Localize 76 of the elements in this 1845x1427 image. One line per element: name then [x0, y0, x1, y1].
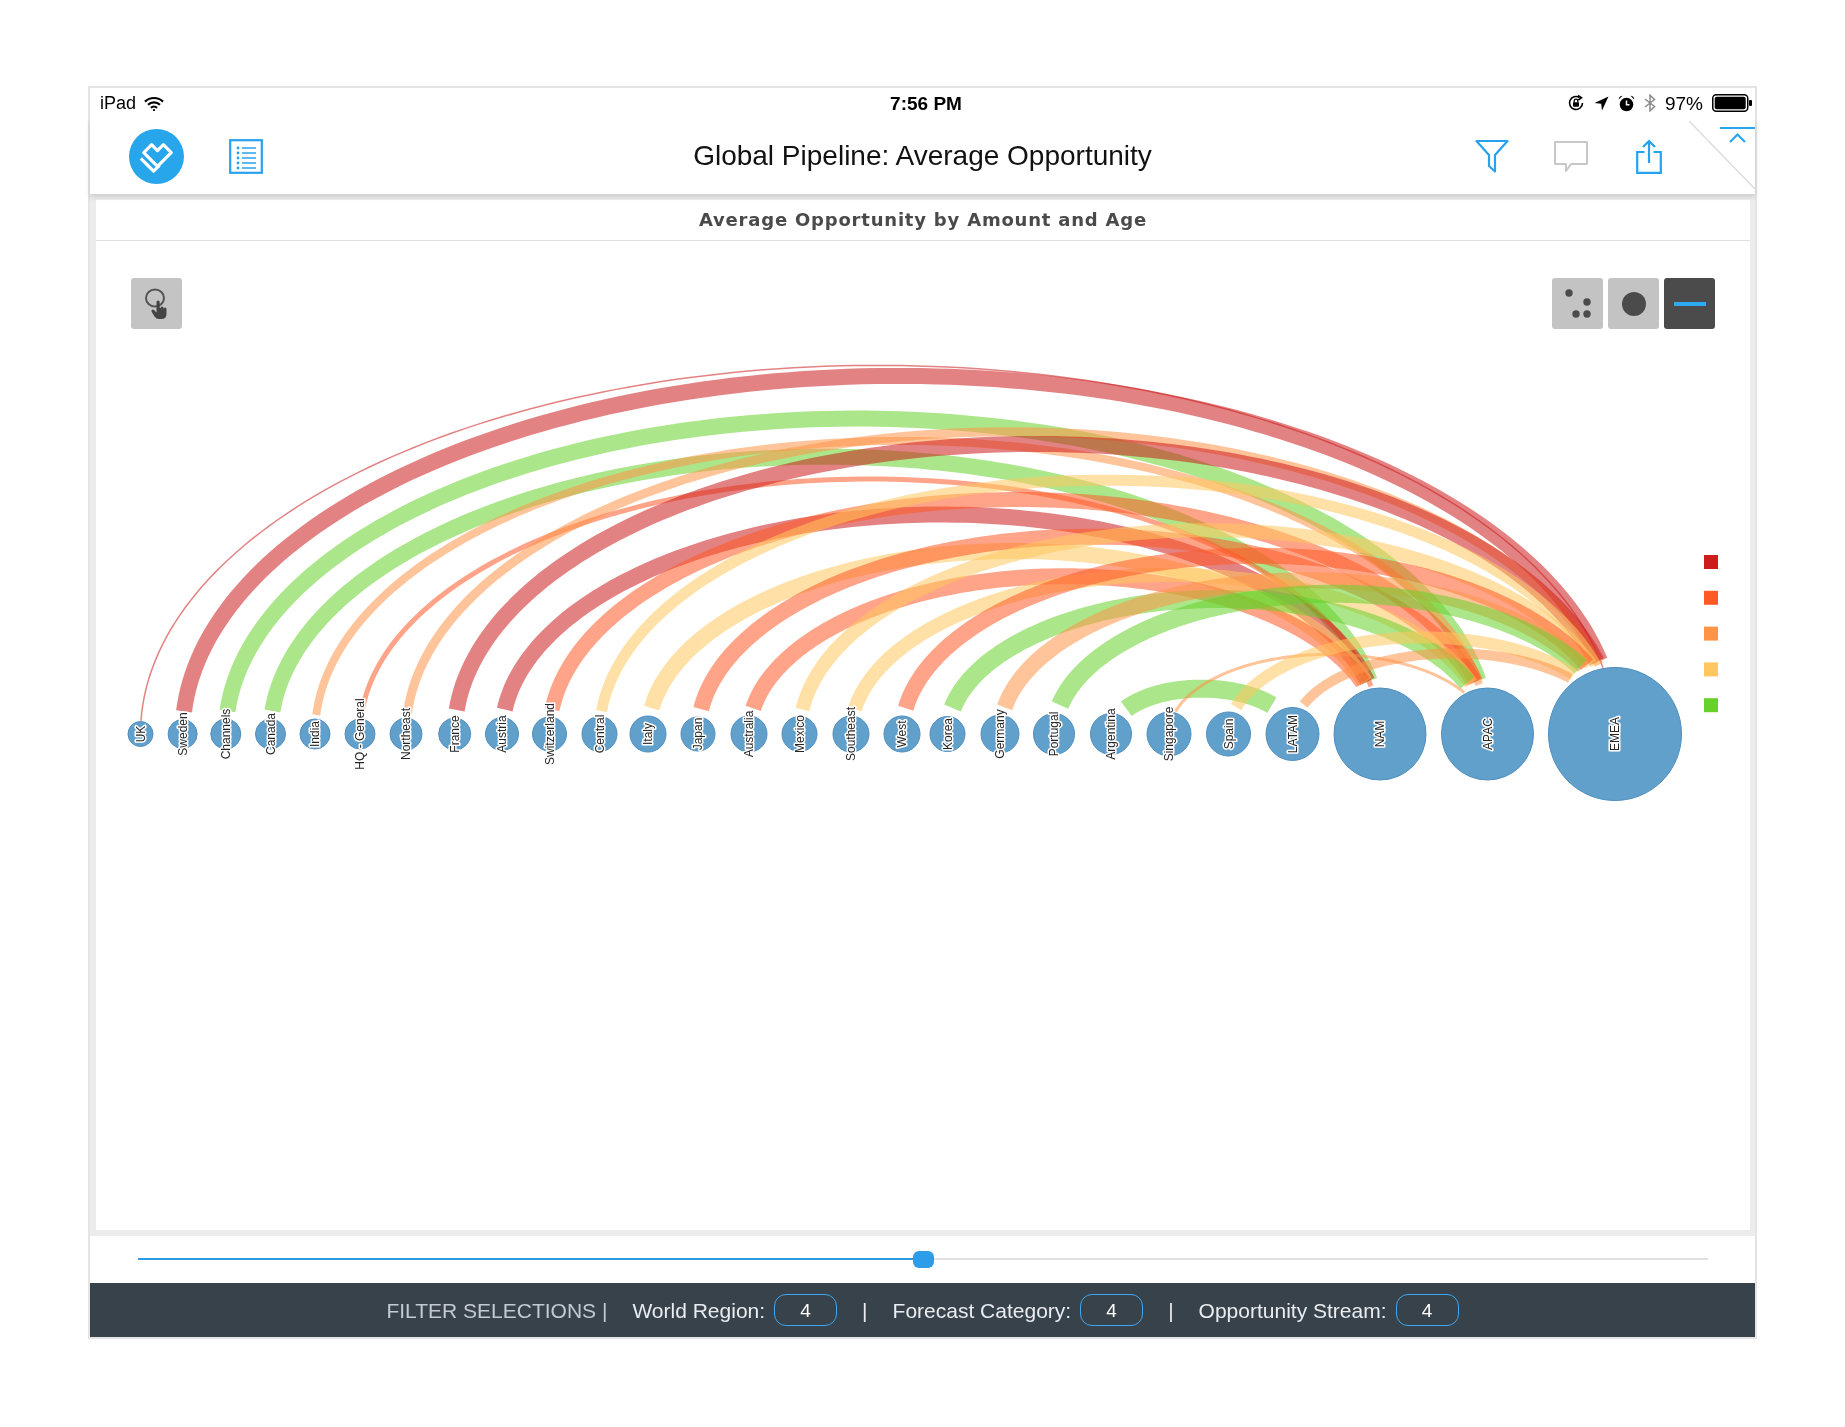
node-circle[interactable]	[1333, 687, 1427, 781]
node-label: Portugal	[1047, 711, 1061, 757]
node-label: NAM	[1373, 720, 1387, 748]
node-label: Mexico	[792, 715, 807, 753]
node-label: Korea	[940, 718, 955, 750]
node-circle[interactable]	[1206, 711, 1251, 757]
node-circle[interactable]	[127, 721, 154, 747]
filter-label: Forecast Category:	[892, 1299, 1072, 1321]
list-icon[interactable]	[229, 138, 263, 174]
separator-text: |	[862, 1299, 868, 1321]
status-time: 7:56 PM	[890, 93, 962, 113]
node-circle[interactable]	[781, 716, 818, 752]
view-mode-button[interactable]	[1608, 278, 1659, 329]
lasso-icon	[143, 287, 170, 320]
separator-text: |	[1168, 1299, 1174, 1321]
battery-icon	[1712, 94, 1752, 112]
node-label: EMEA	[1608, 717, 1622, 751]
node-circle[interactable]	[1441, 687, 1534, 781]
node-circle[interactable]	[929, 716, 966, 752]
node-circle[interactable]	[680, 716, 716, 752]
node-label: Australia	[742, 710, 756, 758]
location-arrow-icon	[1593, 95, 1609, 111]
node-circle[interactable]	[1265, 707, 1320, 761]
node-label: HQ - General	[353, 698, 367, 770]
node-label: Singapore	[1162, 706, 1176, 762]
page-title: Global Pipeline: Average Opportunity	[693, 142, 1152, 170]
node-circle[interactable]	[629, 715, 667, 753]
node-label: Germany	[993, 709, 1007, 759]
share-icon[interactable]	[1636, 138, 1662, 174]
node-label: LATAM	[1285, 714, 1300, 754]
filter-count[interactable]: 4	[774, 1294, 838, 1326]
node-label: Sweden	[175, 712, 190, 756]
node-circle[interactable]	[581, 716, 618, 752]
node-label: France	[447, 715, 462, 753]
node-label: Switzerland	[542, 703, 557, 765]
circle-icon	[1621, 291, 1646, 316]
dots-icon	[1564, 289, 1591, 318]
node-label: West	[895, 720, 909, 748]
filter-label: Opportunity Stream:	[1198, 1299, 1387, 1321]
node-label: Canada	[263, 713, 278, 755]
filter-icon[interactable]	[1475, 139, 1509, 173]
node-circle[interactable]	[299, 718, 331, 750]
node-label: UK	[133, 725, 148, 743]
node-circle[interactable]	[883, 715, 921, 753]
time-slider[interactable]	[138, 1251, 1708, 1268]
node-label: Spain	[1221, 718, 1236, 750]
node-label: Argentina	[1104, 708, 1118, 760]
bluetooth-icon	[1643, 94, 1656, 112]
app-logo-icon[interactable]	[129, 128, 184, 184]
node-label: Northeast	[399, 708, 413, 760]
node-circle[interactable]	[1548, 667, 1682, 801]
node-label: Southeast	[844, 707, 858, 761]
node-label: India	[308, 721, 322, 747]
chart-title: Average Opportunity by Amount and Age	[698, 211, 1148, 229]
filter-heading: FILTER SELECTIONS |	[386, 1299, 608, 1321]
filter-count[interactable]: 4	[1080, 1294, 1144, 1326]
wifi-icon	[144, 95, 165, 111]
node-label: Italy	[641, 723, 655, 745]
node-circle[interactable]	[485, 717, 519, 751]
node-circle[interactable]	[438, 717, 472, 751]
node-label: Channels	[218, 708, 233, 760]
alarm-clock-icon	[1617, 94, 1635, 112]
carrier-name: iPad	[100, 94, 137, 112]
filter-label: World Region:	[632, 1299, 766, 1321]
battery-percent: 97%	[1664, 93, 1703, 113]
node-label: Central	[592, 714, 607, 754]
node-circle[interactable]	[1033, 713, 1075, 755]
node-label: Japan	[691, 717, 705, 751]
node-label: Austria	[495, 715, 509, 753]
filter-count[interactable]: 4	[1395, 1294, 1459, 1326]
rotation-lock-icon	[1566, 94, 1585, 112]
lasso-select-button[interactable]	[131, 278, 182, 329]
view-mode-button[interactable]	[1552, 278, 1603, 329]
slider-thumb[interactable]	[913, 1251, 934, 1268]
node-label: APAC	[1480, 718, 1495, 750]
view-mode-button[interactable]	[1664, 278, 1715, 329]
